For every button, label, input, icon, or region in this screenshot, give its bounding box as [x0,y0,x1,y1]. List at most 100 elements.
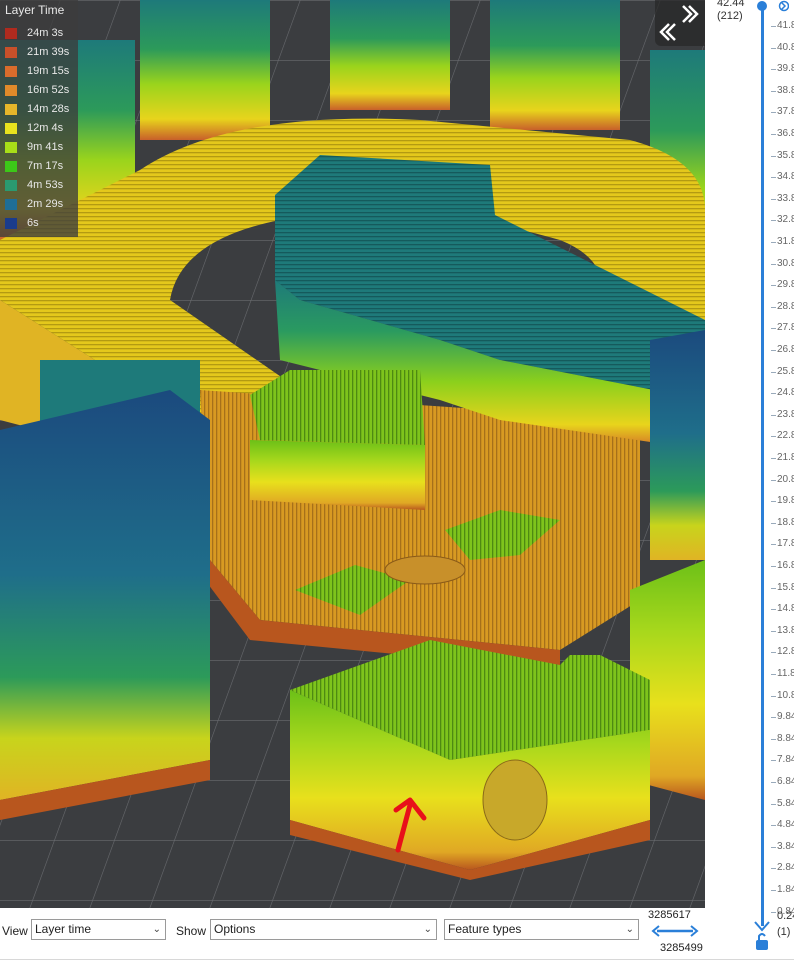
horizontal-slider-top-value: 3285617 [648,909,691,921]
slider-tick-label: 39.8 [777,63,794,75]
slider-tick-mark [771,371,776,373]
collapse-sidebar-button[interactable] [655,0,705,46]
slider-tick-mark [771,544,776,546]
slider-tick-label: 40.8 [777,41,794,53]
slider-tick-mark [771,760,776,762]
slider-tick-mark [771,868,776,870]
slider-tick-mark [771,695,776,697]
slider-tick-mark [771,112,776,114]
slider-tick-label: 18.8 [777,516,794,528]
slider-top-thumb[interactable] [749,0,789,16]
slider-tick-label: 31.8 [777,236,794,247]
legend-title: Layer Time [5,3,65,17]
slider-tick-label: 32.8 [777,214,794,226]
horizontal-slider-bottom-value: 3285499 [660,942,703,954]
slider-tick-label: 28.8 [777,300,794,312]
chevron-down-icon: ⌄ [152,924,161,935]
slider-tick-label: 19.8 [777,495,794,507]
slider-tick-label: 30.8 [777,257,794,269]
slider-tick-mark [771,69,776,71]
slider-tick-label: 24.8 [777,387,794,399]
view-select[interactable]: Layer time ⌄ [31,919,166,940]
slider-tick-mark [771,911,776,913]
show-select[interactable]: Options ⌄ [210,919,437,940]
slider-tick-mark [771,846,776,848]
legend-label: 19m 15s [27,65,70,77]
feature-types-select[interactable]: Feature types ⌄ [444,919,639,940]
legend-swatch [5,218,17,229]
legend-swatch [5,199,17,210]
3d-preview-viewport[interactable]: Layer Time 24m 3s 21m 39s 19m 15s 16m 52s 14… [0,0,705,908]
slider-tick-label: 17.8 [777,538,794,550]
slider-tick-mark [771,242,776,243]
slider-tick-label: 9.84 [777,711,794,723]
print-preview-scene [0,0,705,908]
slider-bottom-thumb[interactable] [751,920,773,954]
legend-swatch [5,28,17,39]
legend-label: 6s [27,217,39,229]
chevron-down-icon: ⌄ [423,924,432,935]
legend-swatch [5,180,17,191]
slider-tick-label: 14.8 [777,603,794,615]
slider-tick-label: 11.8 [777,668,794,679]
slider-tick-label: 23.8 [777,408,794,420]
layer-slider[interactable]: 42.44 (212) 41.8 40.8 39.8 38.8 37.8 36.8 35.8… [705,0,794,963]
slider-tick-label: 33.8 [777,192,794,204]
slider-tick-mark [771,522,776,524]
slider-tick-label: 26.8 [777,344,794,355]
slider-tick-mark [771,177,776,179]
slider-tick-label: 27.8 [777,322,794,334]
slider-tick-label: 7.84 [777,754,794,766]
slider-track[interactable] [761,10,764,926]
slider-tick-mark [771,479,776,481]
slider-tick-label: 2.84 [777,862,794,874]
slider-tick-label: 38.8 [777,84,794,96]
slider-tick-mark [771,566,776,567]
slider-tick-mark [771,674,776,675]
slider-tick-label: 13.8 [777,624,794,636]
legend-swatch [5,85,17,96]
slider-tick-mark [771,414,776,416]
slider-tick-mark [771,458,776,459]
slider-tick-mark [771,26,776,27]
slider-top-value: 42.44 [717,0,745,9]
slider-tick-mark [771,587,776,589]
slider-tick-label: 3.84 [777,840,794,852]
slider-tick-mark [771,90,776,92]
legend-label: 9m 41s [27,141,64,153]
legend-label: 16m 52s [27,84,70,96]
slider-tick-mark [771,285,776,287]
legend-swatch [5,66,17,77]
horizontal-slider[interactable] [651,922,699,940]
slider-tick-mark [771,501,776,503]
preview-toolbar: View Layer time ⌄ Show Options ⌄ Feature… [0,908,705,963]
legend-swatch [5,47,17,58]
legend-label: 14m 28s [27,103,70,115]
window-border [0,959,794,960]
show-label: Show [176,924,207,938]
slider-tick-mark [771,134,776,135]
slider-tick-mark [771,47,776,49]
slider-tick-mark [771,436,776,438]
slider-tick-label: 6.84 [777,776,794,787]
slider-tick-label: 41.8 [777,20,794,31]
slider-bottom-layer: (1) [777,926,791,938]
slider-tick-label: 29.8 [777,279,794,291]
slider-tick-mark [771,630,776,632]
slider-tick-label: 1.84 [777,884,794,895]
slider-tick-mark [771,220,776,222]
slider-tick-label: 5.84 [777,797,794,809]
chevron-down-icon: ⌄ [625,924,634,935]
slider-tick-mark [771,609,776,611]
legend-swatch [5,142,17,153]
slider-tick-label: 10.8 [777,689,794,701]
slider-tick-label: 36.8 [777,128,794,139]
legend-label: 24m 3s [27,27,64,39]
slider-tick-mark [771,306,776,308]
slider-tick-mark [771,328,776,330]
layer-time-legend: Layer Time 24m 3s 21m 39s 19m 15s 16m 52s 14… [0,0,78,237]
slider-tick-label: 4.84 [777,819,794,831]
slider-tick-label: 35.8 [777,149,794,161]
slider-tick-label: 16.8 [777,560,794,571]
slider-tick-label: 8.84 [777,732,794,744]
